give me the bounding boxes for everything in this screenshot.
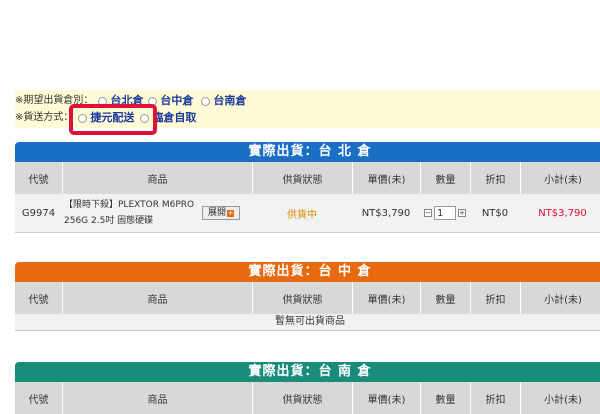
col-subtotal: 小計(未) bbox=[520, 162, 600, 194]
col-status: 供貨狀態 bbox=[252, 162, 352, 194]
warehouse-tainan-title: 實際出貨：台 南 倉 bbox=[15, 362, 600, 382]
col-price: 單價(未) bbox=[352, 382, 420, 414]
product-code: G9974 bbox=[21, 207, 56, 219]
delivery-option-self-pickup[interactable]: 臨倉自取 bbox=[152, 110, 196, 126]
col-product: 商品 bbox=[62, 282, 252, 314]
quantity-stepper: − 1 + bbox=[424, 206, 466, 220]
supply-status: 供貨中 bbox=[287, 209, 317, 221]
product-cell: 【限時下殺】PLEXTOR M6PRO 256G 2.5吋 固態硬碟 展開 + bbox=[62, 194, 252, 232]
col-product: 商品 bbox=[62, 162, 252, 194]
pickup-option-taichung[interactable]: 台中倉 bbox=[160, 93, 193, 109]
decrement-button[interactable]: − bbox=[424, 209, 432, 217]
col-price: 單價(未) bbox=[352, 162, 420, 194]
warehouse-taipei-title: 實際出貨：台 北 倉 bbox=[15, 142, 600, 162]
product-name-line2: 256G 2.5吋 固態硬碟 bbox=[64, 216, 154, 226]
col-discount: 折扣 bbox=[470, 282, 520, 314]
unit-price: NT$3,790 bbox=[361, 207, 411, 219]
col-qty: 數量 bbox=[420, 382, 470, 414]
warehouse-taichung: 實際出貨：台 中 倉 代號 商品 供貨狀態 單價(未) 數量 折扣 小計(未) … bbox=[15, 262, 600, 331]
pickup-option-tainan[interactable]: 台南倉 bbox=[213, 93, 246, 109]
col-discount: 折扣 bbox=[470, 162, 520, 194]
pickup-radio-tainan[interactable] bbox=[201, 96, 211, 106]
table-header: 代號 商品 供貨狀態 單價(未) 數量 折扣 小計(未) bbox=[15, 282, 600, 314]
col-code: 代號 bbox=[28, 174, 49, 186]
subtotal-value: NT$3,790 bbox=[538, 207, 587, 219]
col-qty: 數量 bbox=[420, 282, 470, 314]
empty-message: 暫無可出貨商品 bbox=[15, 314, 600, 331]
delivery-method-label: ※貨送方式： bbox=[15, 112, 74, 123]
expand-button[interactable]: 展開 + bbox=[202, 206, 240, 220]
expand-label: 展開 bbox=[207, 208, 226, 218]
product-name: 【限時下殺】PLEXTOR M6PRO 256G 2.5吋 固態硬碟 bbox=[64, 197, 204, 229]
col-qty: 數量 bbox=[420, 162, 470, 194]
table-header: 代號 商品 供貨狀態 單價(未) 數量 折扣 小計(未) bbox=[15, 162, 600, 194]
table-header: 代號 商品 供貨狀態 單價(未) 數量 折扣 小計(未) bbox=[15, 382, 600, 414]
warehouse-taipei: 實際出貨：台 北 倉 代號 商品 供貨狀態 單價(未) 數量 折扣 小計(未) … bbox=[15, 142, 600, 233]
warehouse-tainan: 實際出貨：台 南 倉 代號 商品 供貨狀態 單價(未) 數量 折扣 小計(未) bbox=[15, 362, 600, 414]
col-status: 供貨狀態 bbox=[252, 282, 352, 314]
col-code: 代號 bbox=[28, 294, 49, 306]
plus-icon: + bbox=[227, 208, 234, 217]
col-subtotal: 小計(未) bbox=[520, 282, 600, 314]
col-status: 供貨狀態 bbox=[252, 382, 352, 414]
warehouse-taichung-title: 實際出貨：台 中 倉 bbox=[15, 262, 600, 282]
col-price: 單價(未) bbox=[352, 282, 420, 314]
col-code: 代號 bbox=[28, 394, 49, 406]
product-name-line1: 【限時下殺】PLEXTOR M6PRO bbox=[64, 200, 195, 210]
quantity-input[interactable]: 1 bbox=[434, 206, 456, 220]
col-product: 商品 bbox=[62, 382, 252, 414]
highlight-box bbox=[69, 104, 157, 135]
increment-button[interactable]: + bbox=[458, 209, 466, 217]
table-row: G9974 【限時下殺】PLEXTOR M6PRO 256G 2.5吋 固態硬碟… bbox=[15, 194, 600, 233]
col-subtotal: 小計(未) bbox=[520, 382, 600, 414]
col-discount: 折扣 bbox=[470, 382, 520, 414]
quantity-cell: − 1 + bbox=[420, 194, 470, 232]
discount-value: NT$0 bbox=[481, 207, 509, 219]
